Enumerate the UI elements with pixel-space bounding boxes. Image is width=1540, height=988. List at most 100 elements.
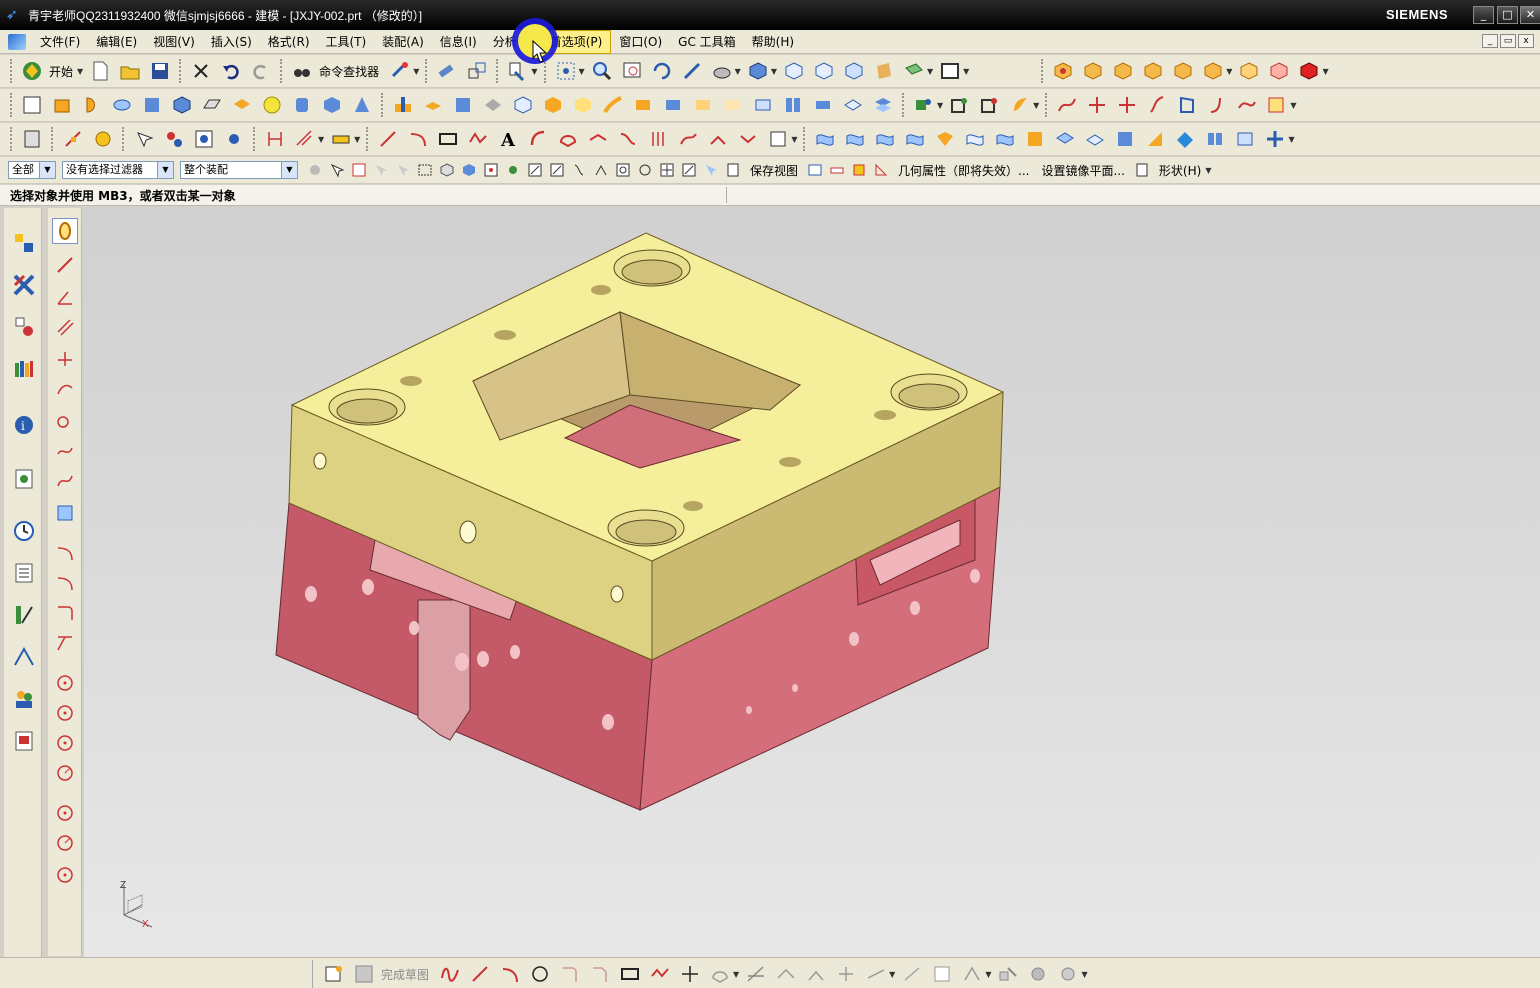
assembly-icon-2[interactable] (1081, 59, 1105, 83)
render-style-icon[interactable] (710, 59, 734, 83)
assembly-icon-6[interactable] (1201, 59, 1225, 83)
cone-icon[interactable] (350, 93, 374, 117)
sketch-circle-5-icon[interactable] (52, 800, 78, 826)
close-button[interactable]: ✕ (1520, 6, 1540, 24)
pad-icon[interactable] (230, 93, 254, 117)
layer-settings-icon[interactable] (724, 161, 742, 179)
assembly-icon-9[interactable] (1297, 59, 1321, 83)
undo-icon[interactable] (219, 59, 243, 83)
minimize-button[interactable]: _ (1473, 6, 1494, 24)
mid-point-icon[interactable] (548, 161, 566, 179)
hole-icon[interactable] (391, 93, 415, 117)
nx5-feature-icon[interactable] (140, 93, 164, 117)
type-filter-dropdown[interactable]: 全部 ▼ (8, 161, 56, 179)
trim-tool-icon[interactable] (745, 963, 767, 985)
zoom-window-icon[interactable] (620, 59, 644, 83)
select-face-icon[interactable] (132, 127, 156, 151)
zoom-icon[interactable] (590, 59, 614, 83)
intersection-point-icon[interactable] (592, 161, 610, 179)
rectangle-icon[interactable] (436, 127, 460, 151)
graphics-window[interactable]: Z X (84, 207, 1540, 957)
sketch-arc-icon[interactable] (52, 540, 78, 566)
sketch-trim-icon[interactable] (52, 630, 78, 656)
surface-icon-4[interactable] (903, 127, 927, 151)
arc-icon[interactable] (406, 127, 430, 151)
part-navigator-icon[interactable] (20, 127, 44, 151)
constraint-tool-icon[interactable] (901, 963, 923, 985)
sphere-icon[interactable] (260, 93, 284, 117)
reuse-library-icon[interactable] (10, 354, 38, 384)
surface-icon-10[interactable] (1083, 127, 1107, 151)
fit-view-icon[interactable] (554, 59, 578, 83)
existing-point-icon[interactable] (658, 161, 676, 179)
sketch-grid-icon[interactable] (52, 500, 78, 526)
curve-icon-6[interactable] (1205, 93, 1229, 117)
rectangle-tool-icon[interactable] (619, 963, 641, 985)
datum-axis-icon[interactable] (978, 93, 1002, 117)
system-visualization-icon[interactable] (10, 726, 38, 756)
quadrant-point-icon[interactable] (636, 161, 654, 179)
text-icon[interactable]: A (496, 127, 520, 151)
select-body-icon[interactable] (162, 127, 186, 151)
divide-curve-icon[interactable] (736, 127, 760, 151)
shape-menu-button[interactable]: 形状(H) (1159, 162, 1201, 179)
surface-icon-8[interactable] (1023, 127, 1047, 151)
command-finder-button[interactable]: 命令查找器 (319, 63, 379, 80)
select-feature-icon[interactable] (192, 127, 216, 151)
assembly-icon-8[interactable] (1267, 59, 1291, 83)
binoculars-icon[interactable] (290, 59, 314, 83)
scope-dropdown[interactable]: 整个装配 ▼ (180, 161, 298, 179)
geometry-properties-button[interactable]: 几何属性（即将失效）... (898, 162, 1029, 179)
pattern-icon[interactable] (781, 93, 805, 117)
mirror-tool-icon[interactable] (835, 963, 857, 985)
assembly-icon-4[interactable] (1141, 59, 1165, 83)
view-iso-icon[interactable] (842, 59, 866, 83)
datum-csys-icon[interactable] (948, 93, 972, 117)
deselect-icon[interactable] (394, 161, 412, 179)
profile-icon[interactable] (439, 963, 461, 985)
surface-icon-16[interactable] (1263, 127, 1287, 151)
corner-tool-icon[interactable] (805, 963, 827, 985)
extend-curve-icon[interactable] (676, 127, 700, 151)
rotate-icon[interactable] (650, 59, 674, 83)
snap-mid-icon[interactable] (91, 127, 115, 151)
view-layout-icon[interactable] (806, 161, 824, 179)
process-studio-icon[interactable] (10, 642, 38, 672)
sketch-circle-4-icon[interactable] (52, 760, 78, 786)
surface-icon-11[interactable] (1113, 127, 1137, 151)
mold-base-model[interactable] (84, 207, 1540, 957)
view-top-icon[interactable] (812, 59, 836, 83)
part-navigator-tab-icon[interactable] (10, 312, 38, 342)
intersect-icon[interactable] (601, 93, 625, 117)
geometry-properties-icon[interactable] (872, 161, 890, 179)
sketch-line-icon[interactable] (52, 252, 78, 278)
ruler-icon[interactable] (828, 161, 846, 179)
dimension-tool-icon[interactable] (865, 963, 887, 985)
measure-icon[interactable] (329, 127, 353, 151)
sketch-circle-6-icon[interactable] (52, 830, 78, 856)
point-tool-icon[interactable] (679, 963, 701, 985)
shape-icon[interactable] (1133, 161, 1151, 179)
snap-feature-icon[interactable] (504, 161, 522, 179)
arc-tool-icon[interactable] (499, 963, 521, 985)
body-filter-icon[interactable] (438, 161, 456, 179)
start-icon[interactable] (20, 59, 44, 83)
finish-sketch-icon[interactable] (353, 963, 375, 985)
extrude-icon[interactable] (50, 93, 74, 117)
offset-face-icon[interactable] (841, 93, 865, 117)
sketch-tangent-icon[interactable] (52, 376, 78, 402)
start-button[interactable]: 开始 (49, 63, 73, 80)
solid-filter-icon[interactable] (460, 161, 478, 179)
save-view-button[interactable]: 保存视图 (750, 162, 798, 179)
menu-tools[interactable]: 工具(T) (318, 31, 375, 53)
history-clock-icon[interactable] (10, 516, 38, 546)
reattach-icon[interactable] (997, 963, 1019, 985)
join-curve-icon[interactable] (616, 127, 640, 151)
layer-icon[interactable] (902, 59, 926, 83)
trim-curve-icon[interactable] (646, 127, 670, 151)
cylinder-icon[interactable] (290, 93, 314, 117)
auto-constrain-icon[interactable] (931, 963, 953, 985)
assembly-navigator-icon[interactable] (10, 228, 38, 258)
select-curve-icon[interactable] (222, 127, 246, 151)
curve-icon-8[interactable] (1265, 93, 1289, 117)
